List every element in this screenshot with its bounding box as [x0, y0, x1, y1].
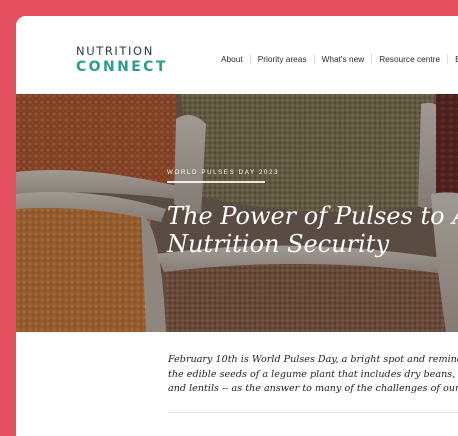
- page-title-line-1: The Power of Pulses to Adv: [167, 202, 458, 230]
- hero-banner: WORLD PULSES DAY 2023 The Power of Pulse…: [16, 94, 458, 332]
- nav-item-whats-new[interactable]: What's new: [313, 54, 372, 64]
- site-header: NUTRITION CONNECT About Priority areas W…: [16, 16, 458, 94]
- intro-line-3: and lentils -- as the answer to many of …: [168, 383, 458, 394]
- browser-window: NUTRITION CONNECT About Priority areas W…: [16, 16, 458, 436]
- page-title-line-2: Nutrition Security: [167, 230, 389, 258]
- nav-item-resource-centre[interactable]: Resource centre: [371, 54, 447, 64]
- nav-item-about[interactable]: About: [214, 54, 250, 64]
- intro-line-2: the edible seeds of a legume plant that …: [168, 368, 458, 380]
- nav-item-priority-areas[interactable]: Priority areas: [249, 54, 314, 64]
- intro-divider: [168, 412, 458, 413]
- hero-tag-underline: [167, 181, 265, 183]
- hero-eyebrow-tag: WORLD PULSES DAY 2023: [167, 169, 280, 176]
- site-logo[interactable]: NUTRITION CONNECT: [76, 44, 168, 75]
- main-nav: About Priority areas What's new Resource…: [214, 54, 458, 64]
- page-title: The Power of Pulses to Adv Nutrition Sec…: [167, 202, 458, 258]
- intro-line-1: February 10th is World Pulses Day, a bri…: [168, 354, 458, 365]
- logo-wordmark-top: NUTRITION: [76, 44, 154, 58]
- nav-item-events[interactable]: Ev: [447, 54, 458, 64]
- intro-paragraph: February 10th is World Pulses Day, a bri…: [168, 353, 458, 397]
- logo-wordmark-bottom: CONNECT: [76, 58, 168, 75]
